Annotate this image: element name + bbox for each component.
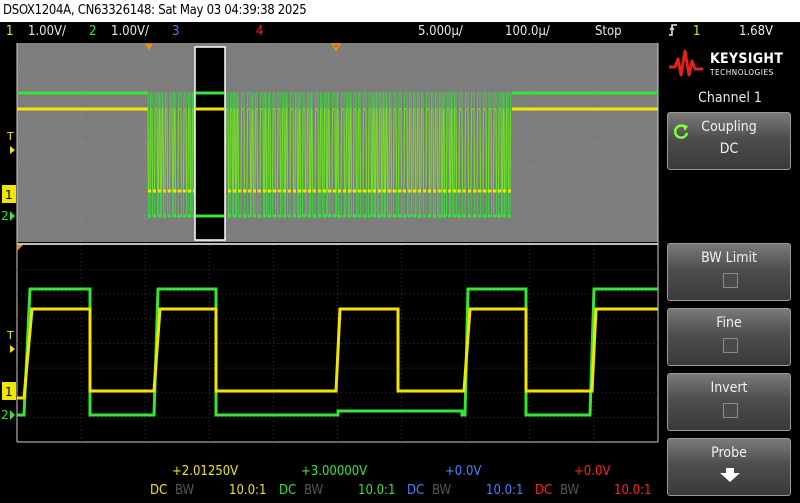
fine-softkey[interactable]: Fine [667,308,791,366]
title-bar: DSOX1204A, CN63326148: Sat May 03 04:39:… [0,0,800,22]
keysight-wave-icon [669,49,703,77]
softkey-panel: KEYSIGHT TECHNOLOGIES Channel 1 Coupling… [660,41,800,503]
ch1-scale[interactable]: 1.00V/ [28,22,66,41]
ch4-offset[interactable]: +0.0V [574,464,610,479]
keysight-logo: KEYSIGHT TECHNOLOGIES [668,47,796,85]
coupling-value: DC [719,141,739,157]
bw-limit-label: BW Limit [701,250,757,266]
trigger-level[interactable]: 1.68V [739,22,773,41]
ch2-probe: 10.0:1 [358,483,396,498]
ch3-probe: 10.0:1 [486,483,524,498]
ch1-number[interactable]: 1 [6,22,13,41]
trigger-source[interactable]: 1 [693,22,700,41]
delay-readout[interactable]: 100.0µ/ [505,22,550,41]
ch3-coupling: DC [407,483,425,498]
ch2-ground-marker-top: 2 [1,209,9,223]
invert-checkbox[interactable] [723,403,738,418]
ch1-probe: 10.0:1 [229,483,267,498]
svg-text:1: 1 [5,385,13,399]
svg-text:1: 1 [5,188,13,202]
coupling-label: Coupling [701,119,757,135]
status-bar: 1 1.00V/ 2 1.00V/ 3 4 5.000µ/ 100.0µ/ St… [0,22,800,41]
ch2-bw: BW [304,483,324,498]
waveform-canvas[interactable]: T 1 2 T 1 2 [0,41,660,460]
probe-softkey[interactable]: Probe [667,438,791,496]
trig-level-label-main: T [6,329,14,342]
zoom-window-box [194,46,226,241]
waveform-display[interactable]: T 1 2 T 1 2 [0,41,660,460]
bw-limit-checkbox[interactable] [723,273,738,288]
ch2-scale[interactable]: 1.00V/ [111,22,149,41]
ch2-coupling: DC [279,483,297,498]
menu-title: Channel 1 [698,90,762,106]
title-text: DSOX1204A, CN63326148: Sat May 03 04:39:… [3,3,307,18]
brand-sub: TECHNOLOGIES [710,68,774,77]
fine-checkbox[interactable] [723,338,738,353]
invert-softkey[interactable]: Invert [667,373,791,431]
ch4-number[interactable]: 4 [256,22,263,41]
bw-limit-softkey[interactable]: BW Limit [667,243,791,301]
invert-label: Invert [710,380,748,396]
ch2-ground-marker-main: 2 [1,408,9,422]
ch3-offset[interactable]: +0.0V [445,464,481,479]
ch2-number[interactable]: 2 [89,22,96,41]
coupling-softkey[interactable]: Coupling DC [667,112,791,170]
ch1-bw: BW [175,483,195,498]
channel-info-bar: +2.01250V +3.00000V +0.0V +0.0V DC BW 10… [0,460,660,503]
ch3-bw: BW [432,483,452,498]
ch3-number[interactable]: 3 [172,22,179,41]
brand-name: KEYSIGHT [710,51,784,67]
run-state[interactable]: Stop [595,22,622,41]
ch4-probe: 10.0:1 [614,483,652,498]
trig-level-label-top: T [6,130,14,143]
ch2-offset[interactable]: +3.00000V [301,464,367,479]
probe-label: Probe [711,445,747,461]
timebase-readout[interactable]: 5.000µ/ [418,22,463,41]
ch4-bw: BW [560,483,580,498]
ch1-coupling: DC [150,483,168,498]
fine-label: Fine [716,315,742,331]
submenu-arrow-icon [720,468,740,482]
ch4-coupling: DC [535,483,553,498]
ch1-offset[interactable]: +2.01250V [172,464,238,479]
